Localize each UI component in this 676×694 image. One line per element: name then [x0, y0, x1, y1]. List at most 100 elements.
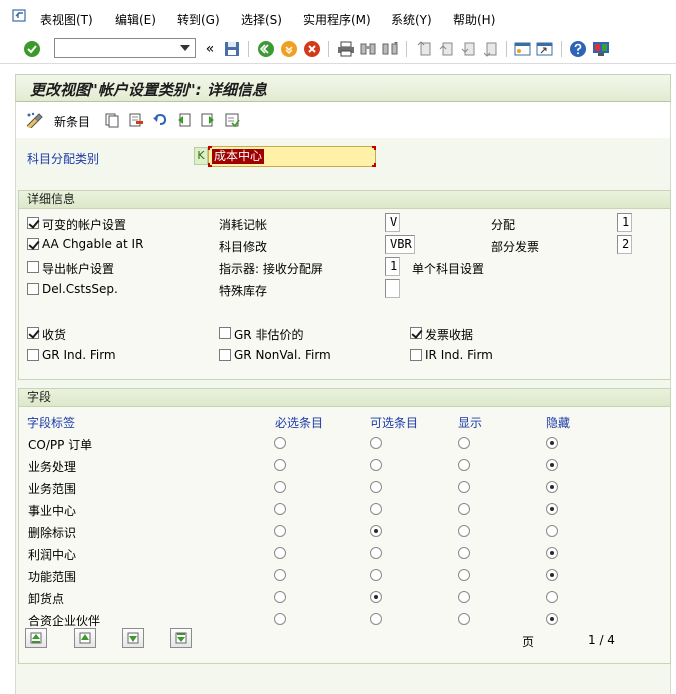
- menu-utilities[interactable]: 实用程序(M): [303, 11, 371, 28]
- radio-required[interactable]: [274, 613, 286, 625]
- command-field[interactable]: [54, 38, 196, 58]
- invoice-receipt-label: 发票收据: [425, 328, 474, 342]
- find-next-icon[interactable]: [380, 39, 400, 59]
- exit-icon[interactable]: [279, 39, 299, 59]
- radio-required[interactable]: [274, 569, 286, 581]
- partial-invoice-field[interactable]: 2: [617, 235, 632, 254]
- first-page-icon[interactable]: [414, 39, 434, 59]
- goods-receipt-checkbox[interactable]: [27, 327, 39, 339]
- save-icon[interactable]: [222, 39, 242, 59]
- last-page-icon[interactable]: [480, 39, 500, 59]
- scroll-previous-page-button[interactable]: [74, 628, 96, 648]
- next-entry-icon[interactable]: [198, 110, 218, 130]
- radio-required[interactable]: [274, 503, 286, 515]
- radio-suppress[interactable]: [546, 547, 558, 559]
- radio-display[interactable]: [458, 503, 470, 515]
- gr-non-valuated-checkbox[interactable]: [219, 327, 231, 339]
- app-menu-icon[interactable]: [12, 9, 28, 23]
- help-icon[interactable]: [568, 39, 588, 59]
- menu-table-view[interactable]: 表视图(T): [40, 11, 93, 28]
- menu-system[interactable]: 系统(Y): [391, 11, 432, 28]
- radio-optional[interactable]: [370, 525, 382, 537]
- scroll-next-page-button[interactable]: [122, 628, 144, 648]
- radio-optional[interactable]: [370, 481, 382, 493]
- customize-layout-icon[interactable]: [591, 39, 611, 59]
- derive-account-assignment-checkbox[interactable]: [27, 261, 39, 273]
- col-header-required: 必选条目: [275, 416, 324, 430]
- invoice-receipt-checkbox[interactable]: [410, 327, 422, 339]
- radio-optional[interactable]: [370, 547, 382, 559]
- radio-display[interactable]: [458, 481, 470, 493]
- del-csts-sep-checkbox[interactable]: [27, 283, 39, 295]
- menu-selection[interactable]: 选择(S): [241, 11, 282, 28]
- radio-display[interactable]: [458, 569, 470, 581]
- radio-required[interactable]: [274, 437, 286, 449]
- radio-required[interactable]: [274, 525, 286, 537]
- radio-display[interactable]: [458, 591, 470, 603]
- radio-suppress[interactable]: [546, 569, 558, 581]
- copy-as-icon[interactable]: [102, 110, 122, 130]
- print-icon[interactable]: [336, 39, 356, 59]
- radio-display[interactable]: [458, 613, 470, 625]
- radio-optional[interactable]: [370, 591, 382, 603]
- menu-goto[interactable]: 转到(G): [177, 11, 220, 28]
- menu-edit[interactable]: 编辑(E): [115, 11, 156, 28]
- radio-optional[interactable]: [370, 569, 382, 581]
- distribution-field[interactable]: 1: [617, 213, 632, 232]
- radio-suppress[interactable]: [546, 481, 558, 493]
- gr-nonval-firm-label: GR NonVal. Firm: [234, 348, 331, 362]
- menu-bar: 表视图(T) 编辑(E) 转到(G) 选择(S) 实用程序(M) 系统(Y) 帮…: [0, 0, 676, 34]
- consumption-posting-field[interactable]: V: [385, 213, 400, 232]
- scroll-first-page-button[interactable]: [25, 628, 47, 648]
- back-icon[interactable]: [256, 39, 276, 59]
- radio-suppress[interactable]: [546, 503, 558, 515]
- variable-account-assignment-checkbox[interactable]: [27, 217, 39, 229]
- select-all-icon[interactable]: [222, 110, 242, 130]
- gr-nonval-firm-checkbox[interactable]: [219, 349, 231, 361]
- radio-required[interactable]: [274, 547, 286, 559]
- radio-display[interactable]: [458, 459, 470, 471]
- radio-suppress[interactable]: [546, 459, 558, 471]
- radio-optional[interactable]: [370, 437, 382, 449]
- find-icon[interactable]: [358, 39, 378, 59]
- display-change-icon[interactable]: [24, 110, 44, 130]
- special-stock-field[interactable]: [385, 279, 400, 298]
- check-icon[interactable]: [22, 39, 42, 59]
- command-dropdown-icon[interactable]: [175, 39, 195, 57]
- radio-optional[interactable]: [370, 459, 382, 471]
- shortcut-icon[interactable]: [535, 39, 555, 59]
- radio-optional[interactable]: [370, 503, 382, 515]
- new-session-icon[interactable]: [513, 39, 533, 59]
- radio-required[interactable]: [274, 459, 286, 471]
- menu-help[interactable]: 帮助(H): [453, 11, 495, 28]
- previous-entry-icon[interactable]: [174, 110, 194, 130]
- ir-ind-firm-checkbox[interactable]: [410, 349, 422, 361]
- scroll-last-page-button[interactable]: [170, 628, 192, 648]
- back-arrows-icon[interactable]: «: [200, 39, 220, 59]
- radio-required[interactable]: [274, 481, 286, 493]
- special-stock-label: 特殊库存: [219, 284, 268, 298]
- radio-suppress[interactable]: [546, 525, 558, 537]
- focus-corner: [372, 146, 376, 150]
- radio-optional[interactable]: [370, 613, 382, 625]
- radio-suppress[interactable]: [546, 437, 558, 449]
- radio-suppress[interactable]: [546, 591, 558, 603]
- previous-page-icon[interactable]: [436, 39, 456, 59]
- account-assignment-description-field[interactable]: 成本中心: [208, 146, 376, 167]
- aa-chgable-at-ir-checkbox[interactable]: [27, 238, 39, 250]
- radio-required[interactable]: [274, 591, 286, 603]
- gr-ind-firm-checkbox[interactable]: [27, 349, 39, 361]
- radio-display[interactable]: [458, 547, 470, 559]
- undo-change-icon[interactable]: [150, 110, 170, 130]
- radio-display[interactable]: [458, 525, 470, 537]
- account-modification-field[interactable]: VBR: [385, 235, 415, 254]
- separator: [248, 41, 249, 57]
- new-entries-button[interactable]: 新条目: [54, 113, 90, 130]
- radio-suppress[interactable]: [546, 613, 558, 625]
- delete-icon[interactable]: [126, 110, 146, 130]
- cancel-icon[interactable]: [302, 39, 322, 59]
- next-page-icon[interactable]: [458, 39, 478, 59]
- radio-display[interactable]: [458, 437, 470, 449]
- distribution-screen-indicator-field[interactable]: 1: [385, 257, 400, 276]
- command-input[interactable]: [55, 39, 173, 57]
